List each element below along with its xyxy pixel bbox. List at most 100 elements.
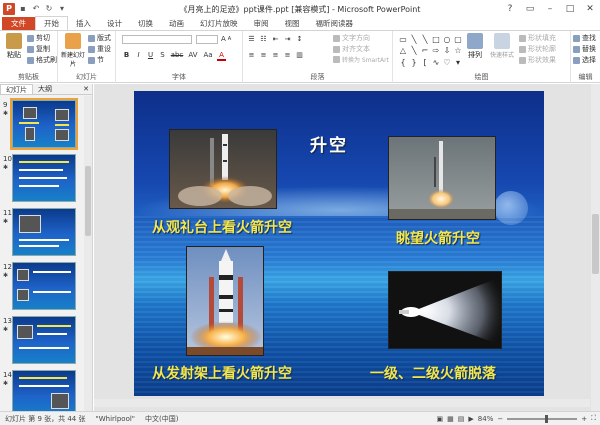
paste-button[interactable]: 粘贴 (2, 33, 26, 60)
tab-review[interactable]: 审阅 (246, 17, 277, 30)
close-icon[interactable]: ✕ (580, 0, 600, 17)
tab-file[interactable]: 文件 (2, 17, 35, 30)
strikethrough-button[interactable]: abc (170, 51, 184, 61)
slide-thumbnail[interactable] (12, 316, 76, 364)
close-pane-icon[interactable]: ✕ (78, 84, 92, 94)
slide-thumbnail[interactable] (12, 154, 76, 202)
line-spacing-icon[interactable]: ↕ (295, 35, 304, 43)
numbering-icon[interactable]: ☷ (259, 35, 268, 43)
line-shape-icon[interactable]: ╲ (409, 34, 419, 44)
replace-button[interactable]: 替换 (573, 44, 596, 54)
caption-bottom-right[interactable]: 一级、二级火箭脱落 (370, 363, 496, 383)
zoom-in-icon[interactable]: + (581, 415, 587, 423)
zoom-out-icon[interactable]: − (497, 415, 503, 423)
triangle-shape-icon[interactable]: △ (398, 46, 408, 56)
font-size-combo[interactable] (196, 35, 218, 44)
decrease-indent-icon[interactable]: ⇤ (271, 35, 280, 43)
zoom-slider-knob[interactable] (545, 414, 549, 423)
bullets-icon[interactable]: ☰ (247, 35, 256, 43)
heart-shape-icon[interactable]: ♡ (442, 57, 452, 67)
increase-indent-icon[interactable]: ⇥ (283, 35, 292, 43)
slide-sorter-icon[interactable]: ▦ (447, 415, 454, 423)
new-slide-button[interactable]: 新建幻灯片 (60, 33, 86, 68)
launch-from-stand-photo[interactable] (169, 129, 277, 209)
minimize-icon[interactable]: – (540, 0, 560, 17)
slide-thumbnail[interactable] (12, 262, 76, 310)
find-button[interactable]: 查找 (573, 33, 596, 43)
customize-icon[interactable]: ▾ (57, 4, 67, 14)
reset-button[interactable]: 重设 (88, 44, 111, 54)
redo-icon[interactable]: ↻ (44, 4, 54, 14)
align-text-button[interactable]: 对齐文本 (333, 44, 370, 54)
caption-bottom-left[interactable]: 从发射架上看火箭升空 (152, 363, 292, 383)
zoom-slider[interactable] (507, 414, 578, 423)
tab-animations[interactable]: 动画 (161, 17, 192, 30)
text-direction-button[interactable]: 文字方向 (333, 33, 370, 43)
line3-shape-icon[interactable]: ╲ (409, 46, 419, 56)
slide-canvas[interactable]: 升空 从观礼台上看火箭升空 眺望火箭升空 从发射架上看火箭升空 一级、二级火箭脱… (134, 91, 544, 396)
shape-effects-button[interactable]: 形状效果 (519, 55, 556, 65)
align-right-icon[interactable]: ≡ (271, 51, 280, 59)
reading-view-icon[interactable]: ▤ (458, 415, 465, 423)
tab-slides-pane[interactable]: 幻灯片 (0, 84, 33, 94)
maximize-icon[interactable]: □ (560, 0, 580, 17)
slide-thumbnail[interactable] (12, 370, 76, 411)
powerpoint-logo-icon[interactable]: P (3, 2, 15, 15)
rect-shape-icon[interactable]: □ (431, 34, 441, 44)
thumbnail-scrollbar[interactable] (84, 96, 92, 411)
arrow-down-shape-icon[interactable]: ⇩ (442, 46, 452, 56)
line2-shape-icon[interactable]: ╲ (420, 34, 430, 44)
textbox-shape-icon[interactable]: ▭ (398, 34, 408, 44)
select-button[interactable]: 选择 (573, 55, 596, 65)
angle-shape-icon[interactable]: ⌐ (420, 46, 430, 56)
tab-slideshow[interactable]: 幻灯片放映 (192, 17, 246, 30)
brace-shape-icon[interactable]: { (398, 57, 408, 67)
caption-top-right[interactable]: 眺望火箭升空 (396, 228, 480, 248)
distant-launch-photo[interactable] (388, 136, 496, 220)
shape-fill-button[interactable]: 形状填充 (519, 33, 556, 43)
help-icon[interactable]: ? (500, 0, 520, 17)
arrange-button[interactable]: 排列 (463, 33, 487, 60)
undo-icon[interactable]: ↶ (31, 4, 41, 14)
slide-thumbnail[interactable] (10, 98, 78, 150)
font-color-button[interactable]: A (217, 51, 226, 61)
scrollbar-thumb[interactable] (592, 214, 599, 274)
language-status[interactable]: 中文(中国) (140, 414, 183, 424)
char-spacing-button[interactable]: AV (187, 51, 199, 61)
slideshow-view-icon[interactable]: ▶ (468, 415, 473, 423)
quick-styles-button[interactable]: 快速样式 (488, 33, 516, 59)
horizontal-scrollbar[interactable] (94, 399, 590, 407)
align-center-icon[interactable]: ≡ (259, 51, 268, 59)
tab-transitions[interactable]: 切换 (130, 17, 161, 30)
fit-to-window-icon[interactable]: ⛶ (591, 414, 596, 423)
copy-button[interactable]: 复制 (27, 44, 50, 54)
slide-thumbnail[interactable] (12, 208, 76, 256)
section-button[interactable]: 节 (88, 55, 104, 65)
stage-separation-photo[interactable] (388, 271, 502, 349)
cut-button[interactable]: 剪切 (27, 33, 50, 43)
slide-vertical-scrollbar[interactable] (591, 84, 600, 411)
bold-button[interactable]: B (122, 51, 131, 61)
save-icon[interactable]: ▪ (18, 4, 28, 14)
layout-button[interactable]: 版式 (88, 33, 111, 43)
ribbon-display-icon[interactable]: ▭ (520, 0, 540, 17)
shadow-button[interactable]: S (158, 51, 167, 61)
tab-insert[interactable]: 插入 (68, 17, 99, 30)
tab-foxit-reader[interactable]: 福昕阅读器 (308, 17, 362, 30)
normal-view-icon[interactable]: ▣ (437, 415, 444, 423)
align-left-icon[interactable]: ≡ (247, 51, 256, 59)
oval-shape-icon[interactable]: ○ (442, 34, 452, 44)
grow-font-button[interactable]: AA (221, 35, 231, 43)
underline-button[interactable]: U (146, 51, 155, 61)
more-shapes-icon[interactable]: ▾ (453, 57, 463, 67)
rounded-rect-shape-icon[interactable]: ▢ (453, 34, 463, 44)
format-painter-button[interactable]: 格式刷 (27, 55, 57, 65)
zoom-level[interactable]: 84% (478, 415, 494, 423)
tab-view[interactable]: 视图 (277, 17, 308, 30)
curve-shape-icon[interactable]: ∿ (431, 57, 441, 67)
bracket-shape-icon[interactable]: [ (420, 57, 430, 67)
brace2-shape-icon[interactable]: } (409, 57, 419, 67)
slide-title[interactable]: 升空 (289, 131, 369, 156)
caption-top-left[interactable]: 从观礼台上看火箭升空 (152, 217, 292, 237)
font-name-combo[interactable] (122, 35, 192, 44)
